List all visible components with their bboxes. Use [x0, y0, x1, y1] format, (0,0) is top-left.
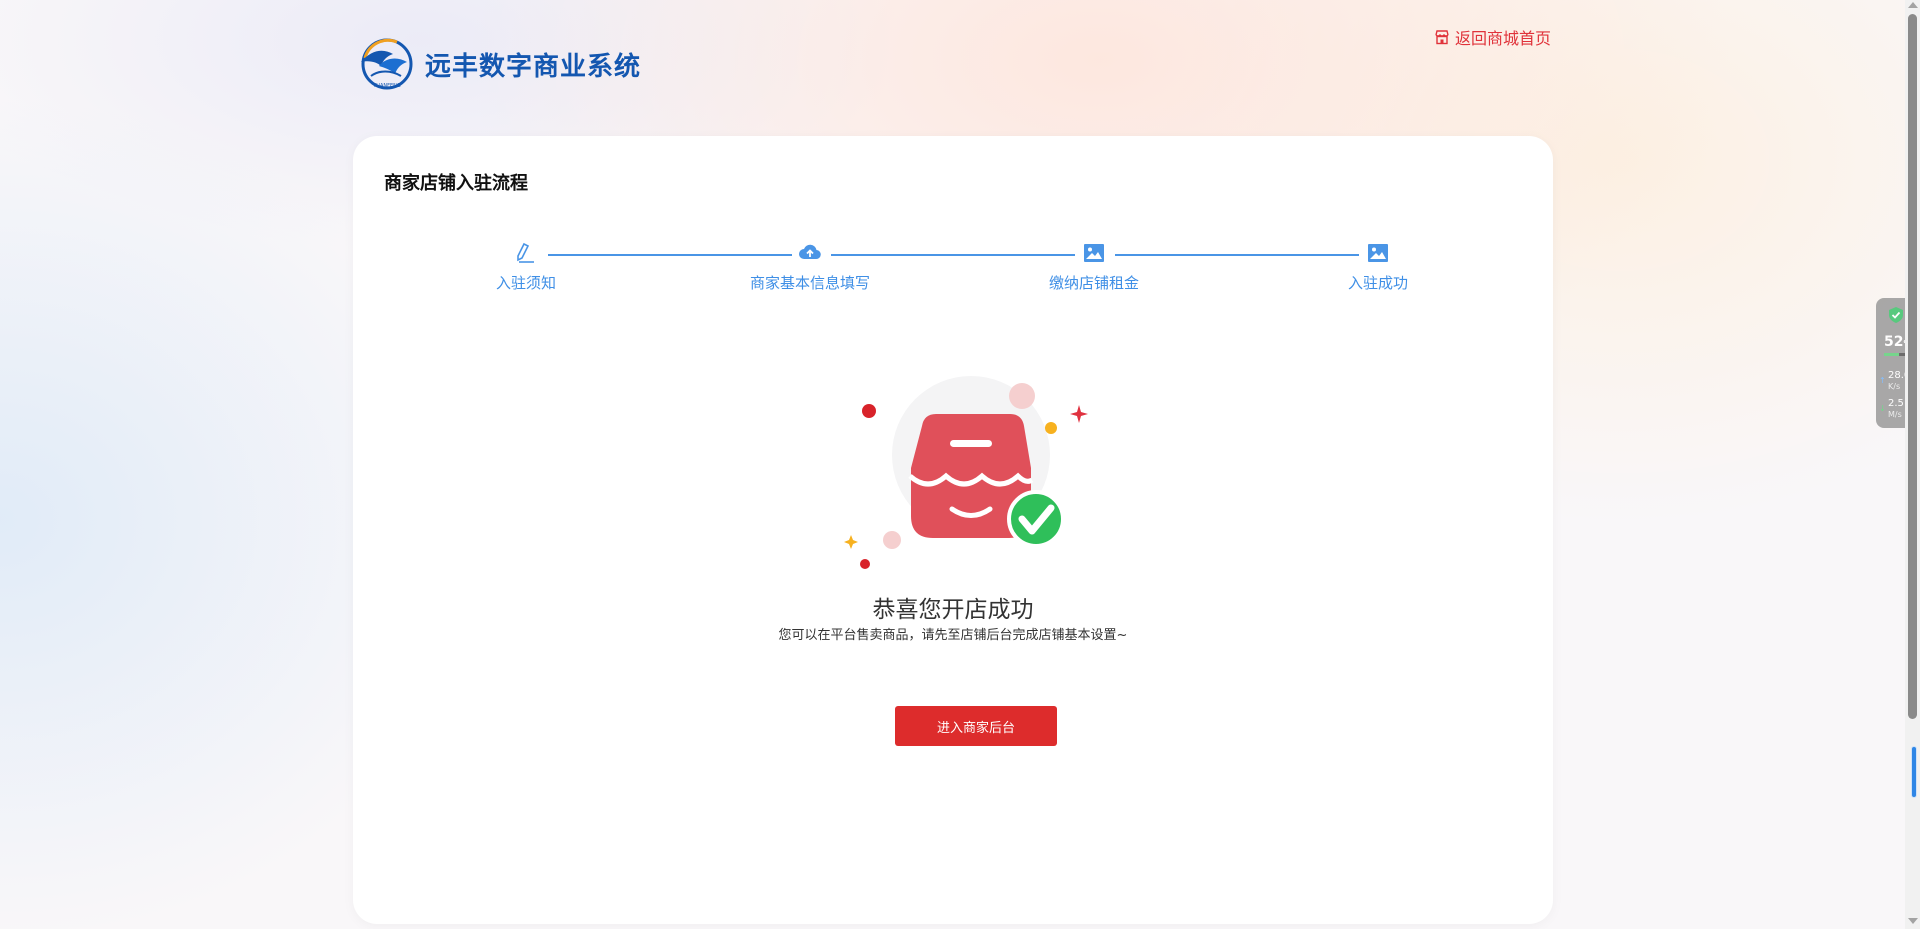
step-basic-info: 商家基本信息填写 — [725, 236, 895, 293]
page-scrollbar[interactable] — [1905, 0, 1920, 929]
scroll-up-arrow-icon[interactable] — [1908, 2, 1918, 8]
usage-bar-fill — [1884, 353, 1899, 356]
scrollbar-thumb[interactable] — [1908, 14, 1917, 719]
step-label: 缴纳店铺租金 — [1048, 274, 1139, 292]
scroll-down-arrow-icon[interactable] — [1908, 918, 1918, 924]
pencil-icon — [517, 242, 534, 263]
site-logo[interactable]: YUANFENG 远丰数字商业系统 — [357, 36, 641, 92]
step-pay-rent: 缴纳店铺租金 — [1009, 236, 1179, 293]
image-icon — [1368, 244, 1388, 262]
step-notice: 入驻须知 — [441, 236, 611, 293]
svg-text:YUANFENG: YUANFENG — [372, 83, 401, 89]
store-icon — [1435, 30, 1449, 45]
back-home-label: 返回商城首页 — [1455, 29, 1552, 48]
card-title: 商家店铺入驻流程 — [384, 173, 528, 194]
step-label: 入驻成功 — [1347, 274, 1408, 292]
step-label: 商家基本信息填写 — [749, 274, 870, 292]
image-icon — [1084, 244, 1104, 262]
shield-check-icon — [1889, 307, 1903, 323]
download-speed: 2.5 M/s — [1888, 398, 1904, 419]
success-title: 恭喜您开店成功 — [872, 597, 1034, 623]
step-success: 入驻成功 — [1293, 236, 1463, 293]
merchant-onboarding-card: 商家店铺入驻流程 入驻须知 商家基本信息填写 缴纳店铺租金 入驻成功 恭喜您开店… — [353, 136, 1553, 924]
back-to-mall-home-link[interactable]: 返回商城首页 — [1434, 25, 1551, 49]
pegasus-logo-icon: YUANFENG — [361, 38, 413, 90]
enter-merchant-backend-button[interactable]: 进入商家后台 — [895, 706, 1057, 746]
success-description: 您可以在平台售卖商品，请先至店铺后台完成店铺基本设置~ — [778, 628, 1128, 643]
download-arrow-icon: ↓ — [1879, 404, 1886, 413]
cloud-upload-icon — [799, 244, 821, 260]
step-label: 入驻须知 — [495, 274, 556, 292]
onboarding-steps: 入驻须知 商家基本信息填写 缴纳店铺租金 入驻成功 — [353, 236, 1553, 296]
scroll-position-indicator — [1911, 746, 1917, 798]
logo-text: 远丰数字商业系统 — [425, 51, 642, 82]
store-opened-illustration — [844, 376, 1088, 569]
upload-arrow-icon: ↑ — [1879, 376, 1886, 385]
